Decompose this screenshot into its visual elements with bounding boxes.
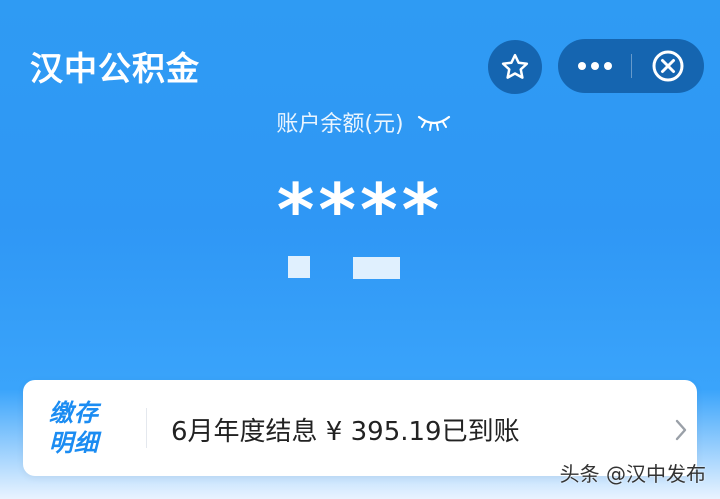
- chevron-right-icon: [675, 419, 687, 441]
- balance-value: ****: [276, 168, 444, 252]
- eye-closed-icon[interactable]: [416, 112, 452, 132]
- interest-notice-text: 6月年度结息 ¥ 395.19已到账: [171, 417, 520, 447]
- more-dots-icon: [577, 62, 612, 70]
- balance-label: 账户余额(元): [276, 112, 404, 137]
- deposit-detail-tag[interactable]: 缴存 明细: [49, 398, 129, 458]
- balance-label-row: 账户余额(元): [0, 106, 720, 138]
- deposit-detail-tag-line2: 明细: [49, 429, 99, 457]
- close-button[interactable]: [632, 39, 704, 93]
- masked-block: [353, 257, 400, 279]
- more-button[interactable]: [558, 39, 631, 93]
- deposit-detail-tag-line1: 缴存: [49, 399, 99, 427]
- favorite-button[interactable]: [488, 40, 542, 94]
- star-icon: [501, 53, 529, 79]
- watermark: 头条 @汉中发布: [559, 462, 706, 486]
- menu-capsule: [558, 39, 704, 93]
- app-title: 汉中公积金: [30, 49, 200, 88]
- masked-block: [288, 256, 310, 278]
- close-circle-icon: [652, 50, 684, 82]
- card-divider: [146, 408, 147, 448]
